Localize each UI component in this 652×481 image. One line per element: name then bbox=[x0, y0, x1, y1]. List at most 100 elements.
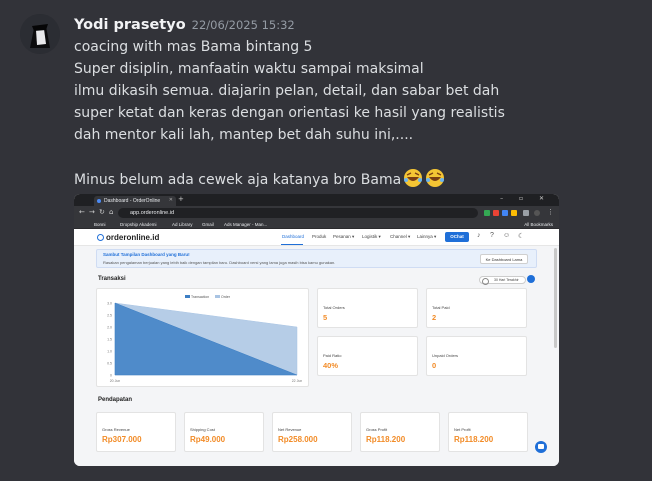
legend-swatch bbox=[185, 295, 190, 298]
revenue-card: Shipping Cost Rp49.000 bbox=[184, 412, 264, 452]
bookmark-item[interactable]: Ad Library bbox=[172, 222, 193, 227]
user-icon[interactable]: ☺ bbox=[503, 232, 510, 239]
message-timestamp: 22/06/2025 15:32 bbox=[191, 18, 295, 32]
revenue-card: Net Revenue Rp258.000 bbox=[272, 412, 352, 452]
tab-favicon-icon bbox=[97, 199, 101, 203]
back-icon[interactable]: ← bbox=[79, 208, 85, 216]
theme-toggle-icon[interactable]: ☾ bbox=[518, 232, 524, 240]
revenue-value: Rp258.000 bbox=[278, 435, 318, 444]
y-tick-label: 2.5 bbox=[107, 314, 112, 318]
revenue-card: Gross Profit Rp118.200 bbox=[360, 412, 440, 452]
date-range-toggle[interactable]: 30 Hari Terakhir bbox=[479, 276, 526, 285]
logo-text: orderonline.id bbox=[106, 233, 160, 242]
active-nav-indicator bbox=[281, 244, 303, 245]
bookmark-item[interactable]: Ads Manager - Man... bbox=[224, 222, 267, 227]
bookmark-item[interactable]: Bonni bbox=[94, 222, 106, 227]
stat-value: 40% bbox=[323, 361, 339, 370]
menu-dots-icon[interactable]: ⋮ bbox=[547, 208, 554, 216]
avatar[interactable] bbox=[20, 14, 60, 54]
home-icon[interactable]: ⌂ bbox=[109, 208, 113, 216]
date-range-indicator[interactable] bbox=[527, 275, 535, 283]
revenue-value: Rp118.200 bbox=[366, 435, 406, 444]
revenue-label: Gross Revenue bbox=[102, 427, 130, 432]
message-line: Minus belum ada cewek aja katanya bro Ba… bbox=[74, 172, 402, 188]
nav-dashboard[interactable]: Dashboard bbox=[282, 234, 304, 239]
revenue-value: Rp307.000 bbox=[102, 435, 142, 444]
logo-icon bbox=[97, 234, 104, 241]
orderonline-dashboard: orderonline.id Dashboard Produk Pesanan … bbox=[74, 229, 559, 466]
transaction-chart: 3.0 2.5 2.0 1.5 1.0 0.5 0 20 Jun 22 Jun Transacti… bbox=[96, 288, 309, 387]
nav-pesanan[interactable]: Pesanan ▾ bbox=[333, 234, 354, 240]
user-avatar-image bbox=[20, 14, 60, 54]
tab-title: Dashboard - OrderOnline bbox=[104, 198, 161, 204]
browser-tab[interactable]: Dashboard - OrderOnline ✕ bbox=[94, 196, 176, 206]
message-header: Yodi prasetyo 22/06/2025 15:32 bbox=[74, 14, 295, 33]
bookmarks-bar: Bonni Dropship Akademi Ad Library Gmail … bbox=[74, 220, 559, 229]
stat-value: 2 bbox=[432, 313, 437, 322]
message-line: super ketat dan keras dengan orientasi k… bbox=[74, 105, 505, 121]
legend-swatch bbox=[215, 295, 220, 298]
attached-screenshot[interactable]: Dashboard - OrderOnline ✕ + – ▫ ✕ ← → ↻ … bbox=[74, 194, 559, 466]
browser-toolbar: ← → ↻ ⌂ app.orderonline.id ⋮ bbox=[74, 206, 559, 220]
message-line: ilmu dikasih semua. diajarin pelan, deta… bbox=[74, 83, 500, 99]
legend-label: Transaction bbox=[191, 295, 209, 299]
bookmark-item[interactable]: Gmail bbox=[202, 222, 214, 227]
extension-icon[interactable] bbox=[511, 210, 517, 216]
tab-close-icon[interactable]: ✕ bbox=[169, 197, 173, 203]
x-tick-label: 22 Jun bbox=[292, 379, 303, 383]
stat-label: Total Paid bbox=[432, 305, 450, 310]
chart-canvas: 3.0 2.5 2.0 1.5 1.0 0.5 020 Jun 22 Jun Transacti… bbox=[107, 295, 303, 383]
extension-icon[interactable] bbox=[484, 210, 490, 216]
stat-label: Total Orders bbox=[323, 305, 345, 310]
username[interactable]: Yodi prasetyo bbox=[74, 17, 186, 33]
revenue-label: Net Revenue bbox=[278, 427, 302, 432]
ochat-button[interactable]: OChat bbox=[445, 232, 469, 242]
revenue-value: Rp49.000 bbox=[190, 435, 226, 444]
extension-icon[interactable] bbox=[502, 210, 508, 216]
new-tab-icon[interactable]: + bbox=[178, 195, 184, 203]
message-line-blank bbox=[74, 146, 505, 168]
rolling-on-floor-laughing-emoji-icon bbox=[426, 169, 445, 187]
profile-icon[interactable] bbox=[534, 210, 540, 216]
stat-card: Paid Ratio 40% bbox=[317, 336, 418, 376]
download-icon[interactable] bbox=[523, 210, 529, 216]
forward-icon[interactable]: → bbox=[89, 208, 95, 216]
banner-title: Sambut Tampilan Dashboard yang Baru! bbox=[103, 252, 190, 257]
page-scrollbar[interactable] bbox=[554, 248, 557, 348]
revenue-label: Shipping Cost bbox=[190, 427, 215, 432]
rolling-on-floor-laughing-emoji-icon bbox=[404, 169, 423, 187]
stat-label: Paid Ratio bbox=[323, 353, 342, 358]
nav-produk[interactable]: Produk bbox=[312, 234, 326, 239]
nav-logistik[interactable]: Logistik ▾ bbox=[362, 234, 381, 240]
nav-channel[interactable]: Channel ▾ bbox=[390, 234, 410, 240]
message-line: Super disiplin, manfaatin waktu sampai m… bbox=[74, 61, 424, 77]
help-icon[interactable]: ? bbox=[490, 232, 494, 239]
revenue-label: Net Profit bbox=[454, 427, 471, 432]
app-top-nav: orderonline.id Dashboard Produk Pesanan … bbox=[74, 229, 559, 246]
y-tick-label: 3.0 bbox=[107, 302, 112, 306]
bell-icon[interactable]: ♪ bbox=[477, 232, 481, 239]
app-logo[interactable]: orderonline.id bbox=[97, 233, 159, 242]
message-content: coacing with mas Bama bintang 5 Super di… bbox=[74, 36, 505, 190]
extension-icon[interactable] bbox=[493, 210, 499, 216]
stat-card: Total Paid 2 bbox=[426, 288, 527, 328]
message-line: coacing with mas Bama bintang 5 bbox=[74, 39, 313, 55]
reload-icon[interactable]: ↻ bbox=[99, 208, 105, 216]
nav-lainnya[interactable]: Lainnya ▾ bbox=[417, 234, 436, 240]
y-tick-label: 1.0 bbox=[107, 350, 112, 354]
y-tick-label: 1.5 bbox=[107, 338, 112, 342]
address-bar[interactable]: app.orderonline.id bbox=[118, 208, 478, 218]
stat-value: 0 bbox=[432, 361, 437, 370]
old-dashboard-button[interactable]: Ke Dashboard Lama bbox=[480, 254, 528, 264]
url-text: app.orderonline.id bbox=[130, 210, 175, 216]
bookmark-item[interactable]: Dropship Akademi bbox=[120, 222, 157, 227]
y-tick-label: 0.5 bbox=[107, 362, 112, 366]
stat-label: Unpaid Orders bbox=[432, 353, 459, 358]
chat-fab-icon[interactable] bbox=[535, 441, 547, 453]
transaksi-title: Transaksi bbox=[98, 276, 126, 282]
window-controls-icon[interactable]: – ▫ ✕ bbox=[500, 195, 551, 202]
revenue-card: Net Profit Rp118.200 bbox=[448, 412, 528, 452]
message-line-last: Minus belum ada cewek aja katanya bro Ba… bbox=[74, 168, 505, 190]
all-bookmarks[interactable]: All Bookmarks bbox=[524, 222, 553, 227]
x-tick-label: 20 Jun bbox=[110, 379, 121, 383]
